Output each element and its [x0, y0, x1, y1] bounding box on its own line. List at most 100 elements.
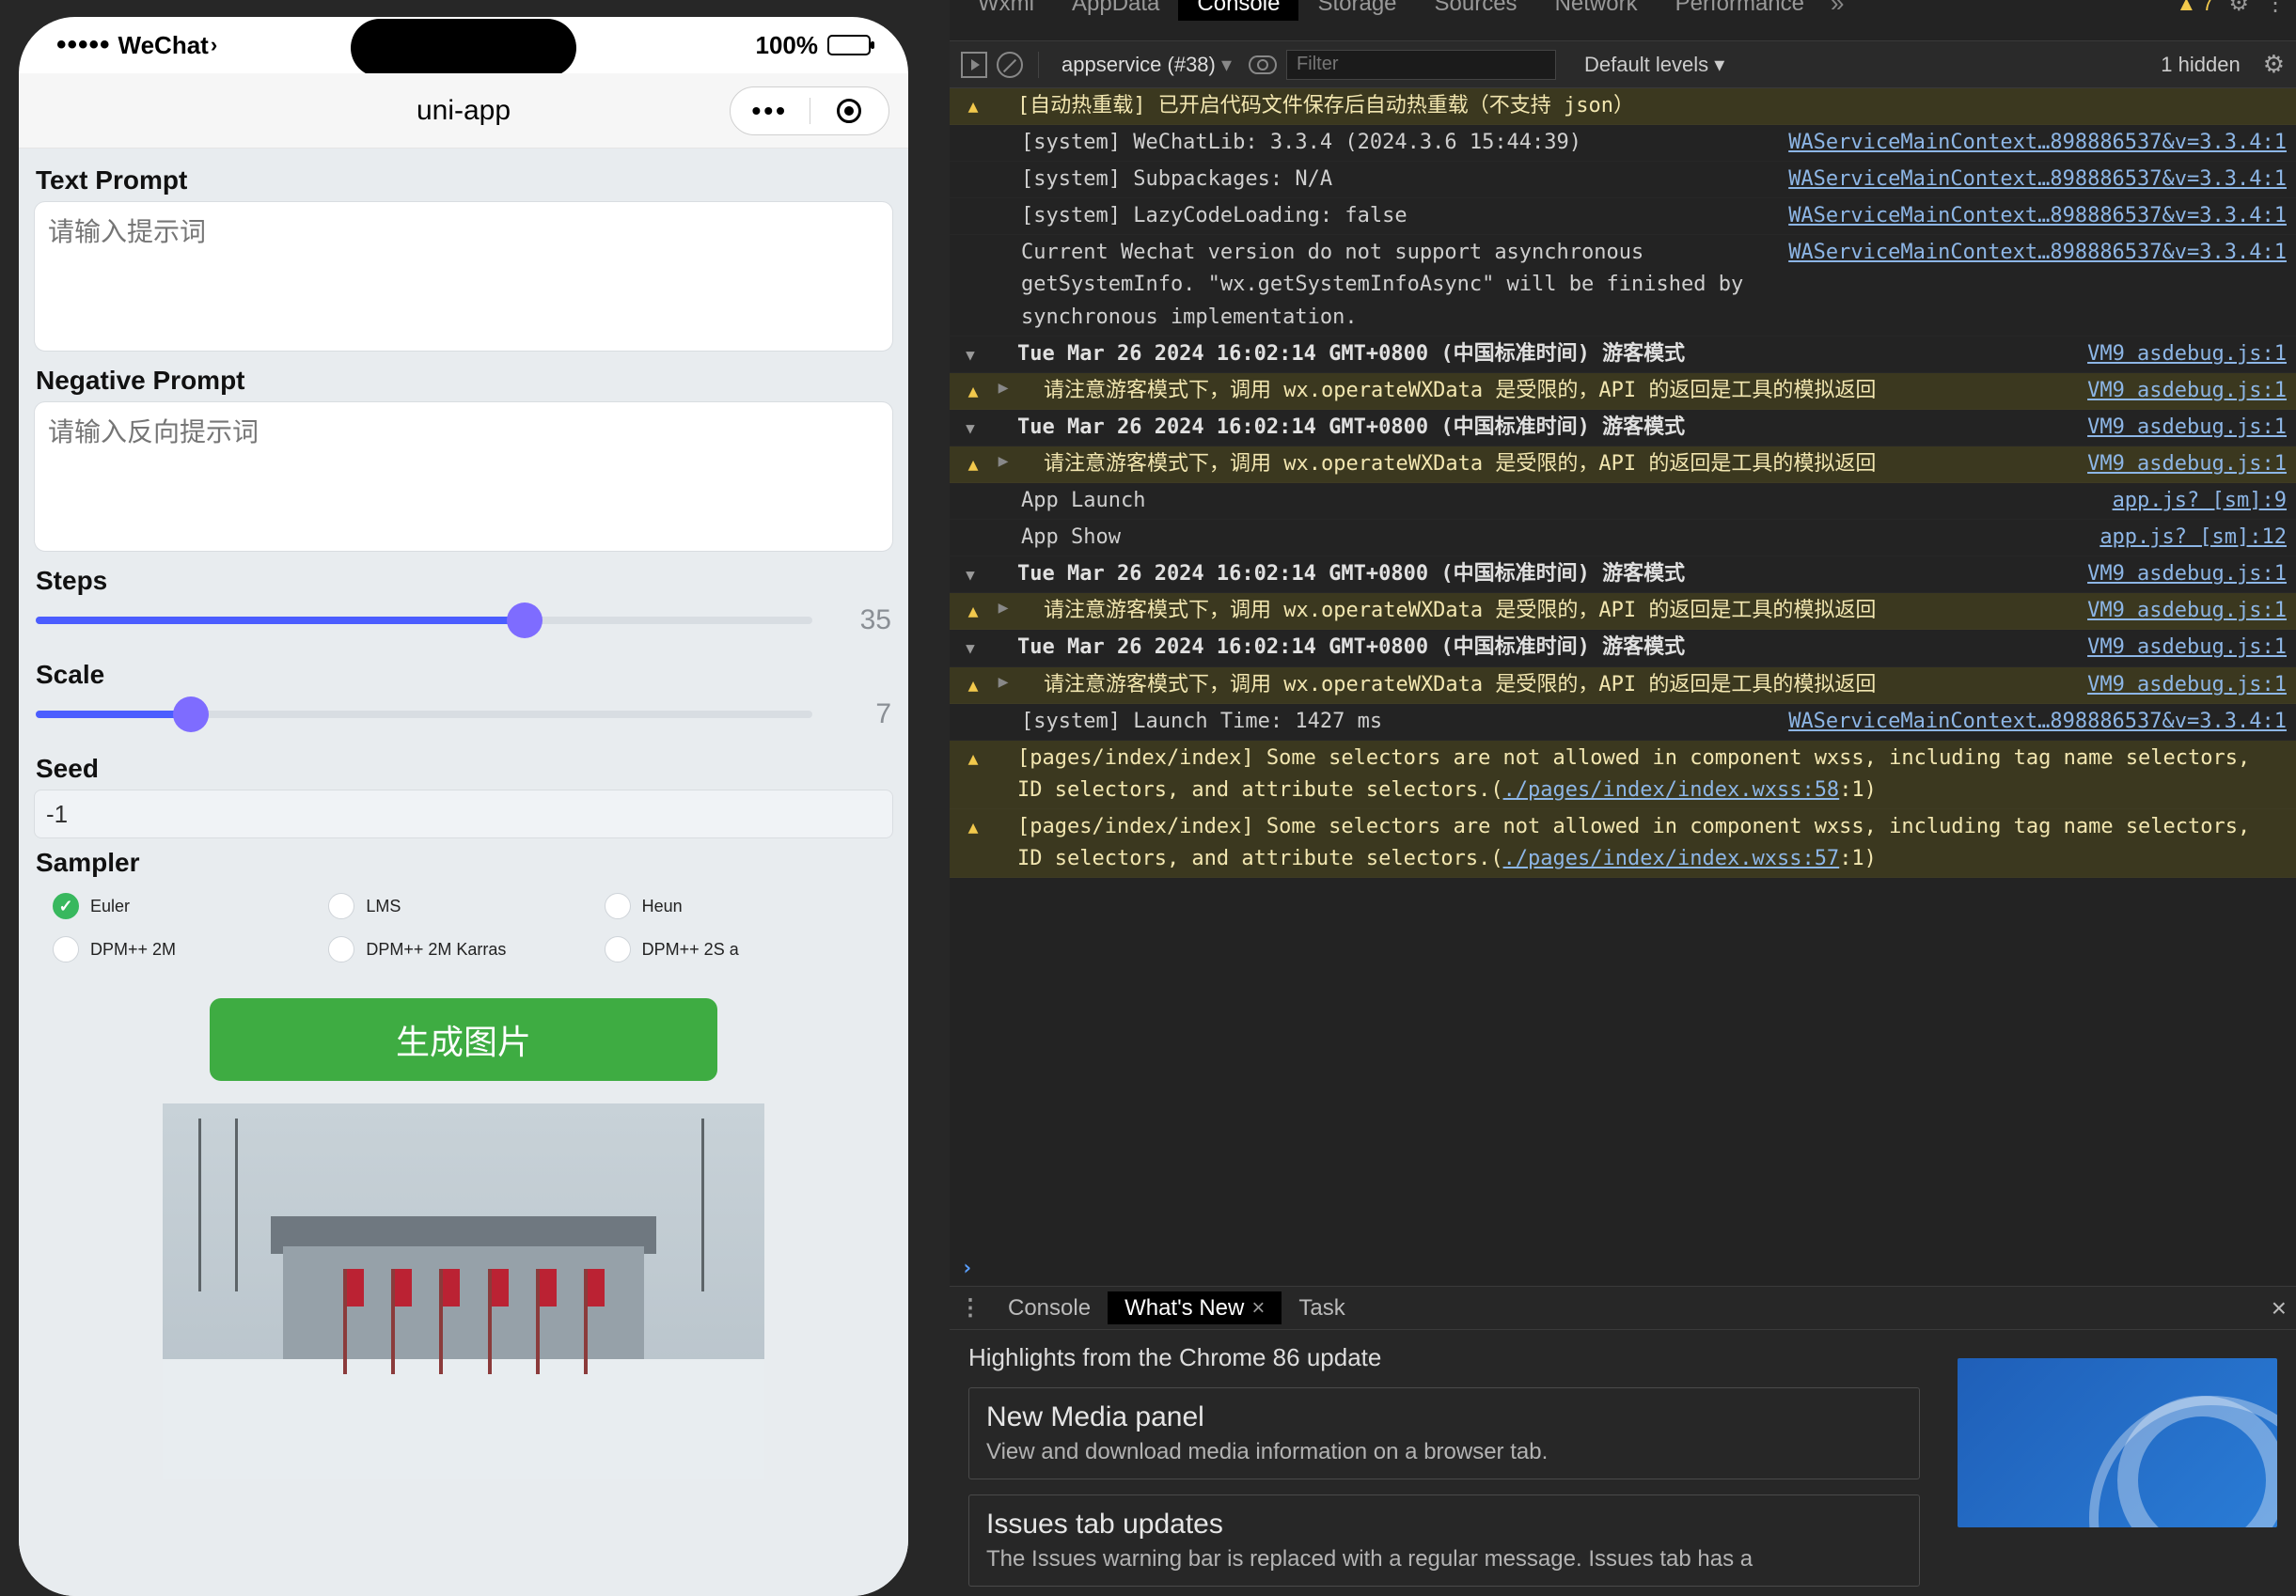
scale-slider[interactable]	[36, 696, 812, 733]
source-link[interactable]: VM9 asdebug.js:1	[2087, 412, 2287, 444]
source-link[interactable]: app.js? [sm]:12	[2099, 522, 2287, 554]
steps-slider[interactable]	[36, 602, 812, 639]
source-link[interactable]: VM9 asdebug.js:1	[2087, 632, 2287, 664]
label-negative-prompt: Negative Prompt	[19, 356, 908, 401]
console-row[interactable]: ▶请注意游客模式下，调用 wx.operateWXData 是受限的，API 的…	[950, 667, 2296, 704]
drawer-tab[interactable]: What's New×	[1108, 1291, 1282, 1324]
sampler-option[interactable]: LMS	[328, 893, 598, 919]
source-link[interactable]: WAServiceMainContext…898886537&v=3.3.4:1	[1788, 200, 2287, 232]
expand-icon[interactable]: ▶	[989, 669, 1017, 696]
context-selector[interactable]: appservice (#38)	[1054, 51, 1239, 79]
whatsnew-card[interactable]: Issues tab updatesThe Issues warning bar…	[968, 1494, 1920, 1587]
chevron-down-icon[interactable]	[966, 338, 981, 370]
drawer-headline: Highlights from the Chrome 86 update	[968, 1343, 1920, 1372]
clear-console-icon[interactable]	[997, 52, 1023, 78]
sampler-option[interactable]: DPM++ 2M	[53, 936, 322, 962]
source-link[interactable]: ./pages/index/index.wxss:58	[1503, 778, 1840, 802]
devtools-tab[interactable]: Wxml	[959, 0, 1053, 21]
kebab-icon[interactable]: ⋮	[2264, 0, 2287, 17]
drawer-thumbnail	[1958, 1358, 2277, 1527]
more-icon[interactable]: •••	[752, 96, 788, 126]
source-link[interactable]: app.js? [sm]:9	[2113, 485, 2287, 517]
console-row[interactable]: Current Wechat version do not support as…	[950, 235, 2296, 336]
negative-prompt-input[interactable]	[34, 401, 893, 552]
hidden-count[interactable]: 1 hidden	[2161, 53, 2240, 77]
radio-icon[interactable]	[328, 936, 354, 962]
wechat-capsule[interactable]: •••	[730, 86, 889, 135]
console-row[interactable]: App Launchapp.js? [sm]:9	[950, 483, 2296, 520]
console-row[interactable]: Tue Mar 26 2024 16:02:14 GMT+0800 (中国标准时…	[950, 630, 2296, 666]
radio-icon[interactable]	[53, 893, 79, 919]
tabs-overflow-icon[interactable]: »	[1831, 0, 1844, 18]
devtools-tab[interactable]: Sources	[1416, 0, 1536, 21]
devtools-tabbar: WxmlAppDataConsoleStorageSourcesNetworkP…	[950, 0, 2296, 41]
source-link[interactable]: ./pages/index/index.wxss:57	[1503, 847, 1840, 870]
source-link[interactable]: VM9 asdebug.js:1	[2087, 448, 2287, 480]
source-link[interactable]: VM9 asdebug.js:1	[2087, 375, 2287, 407]
whatsnew-card[interactable]: New Media panelView and download media i…	[968, 1387, 1920, 1479]
console-row[interactable]: ▶请注意游客模式下，调用 wx.operateWXData 是受限的，API 的…	[950, 593, 2296, 630]
console-row[interactable]: [自动热重载] 已开启代码文件保存后自动热重载（不支持 json）	[950, 88, 2296, 125]
devtools-tab[interactable]: Console	[1178, 0, 1298, 21]
sampler-option[interactable]: DPM++ 2M Karras	[328, 936, 598, 962]
devtools-tab[interactable]: Storage	[1298, 0, 1415, 21]
sampler-option[interactable]: DPM++ 2S a	[605, 936, 874, 962]
sampler-option[interactable]: Heun	[605, 893, 874, 919]
console-row[interactable]: [system] WeChatLib: 3.3.4 (2024.3.6 15:4…	[950, 125, 2296, 162]
devtools-tab[interactable]: Network	[1536, 0, 1657, 21]
sampler-option[interactable]: Euler	[53, 893, 322, 919]
console-log[interactable]: [自动热重载] 已开启代码文件保存后自动热重载（不支持 json）[system…	[950, 88, 2296, 1251]
drawer-more-icon[interactable]: ⋮	[959, 1294, 982, 1322]
text-prompt-input[interactable]	[34, 201, 893, 352]
drawer-close-icon[interactable]: ×	[2272, 1293, 2287, 1323]
expand-icon[interactable]: ▶	[989, 375, 1017, 401]
console-row[interactable]: ▶请注意游客模式下，调用 wx.operateWXData 是受限的，API 的…	[950, 373, 2296, 410]
chevron-down-icon[interactable]	[966, 412, 981, 444]
console-row[interactable]: [pages/index/index] Some selectors are n…	[950, 741, 2296, 809]
console-row[interactable]: Tue Mar 26 2024 16:02:14 GMT+0800 (中国标准时…	[950, 410, 2296, 446]
console-row[interactable]: Tue Mar 26 2024 16:02:14 GMT+0800 (中国标准时…	[950, 556, 2296, 593]
expand-icon[interactable]: ▶	[989, 595, 1017, 621]
chevron-down-icon[interactable]	[966, 632, 981, 664]
seed-input[interactable]	[34, 790, 893, 838]
console-prompt[interactable]	[950, 1251, 2296, 1286]
source-link[interactable]: WAServiceMainContext…898886537&v=3.3.4:1	[1788, 164, 2287, 196]
drawer-tab[interactable]: Task	[1282, 1291, 1361, 1324]
gear-icon[interactable]: ⚙	[2228, 0, 2249, 17]
console-message: 请注意游客模式下，调用 wx.operateWXData 是受限的，API 的返…	[1017, 595, 2074, 627]
filter-input[interactable]	[1286, 50, 1556, 80]
chevron-down-icon[interactable]	[966, 558, 981, 590]
console-message: Tue Mar 26 2024 16:02:14 GMT+0800 (中国标准时…	[1017, 632, 2074, 664]
sampler-label: DPM++ 2M Karras	[366, 940, 506, 960]
source-link[interactable]: VM9 asdebug.js:1	[2087, 558, 2287, 590]
console-row[interactable]: ▶请注意游客模式下，调用 wx.operateWXData 是受限的，API 的…	[950, 446, 2296, 483]
radio-icon[interactable]	[53, 936, 79, 962]
radio-icon[interactable]	[328, 893, 354, 919]
live-expression-icon[interactable]	[1249, 55, 1277, 74]
console-row[interactable]: [system] Subpackages: N/AWAServiceMainCo…	[950, 162, 2296, 198]
tab-close-icon[interactable]: ×	[1251, 1295, 1265, 1321]
warning-count[interactable]: ▲ 7	[2176, 0, 2213, 16]
console-row[interactable]: [pages/index/index] Some selectors are n…	[950, 809, 2296, 878]
close-icon[interactable]	[837, 99, 861, 123]
console-row[interactable]: [system] LazyCodeLoading: falseWAService…	[950, 198, 2296, 235]
generate-button[interactable]: 生成图片	[210, 998, 717, 1081]
source-link[interactable]: VM9 asdebug.js:1	[2087, 338, 2287, 370]
source-link[interactable]: WAServiceMainContext…898886537&v=3.3.4:1	[1788, 706, 2287, 738]
console-row[interactable]: Tue Mar 26 2024 16:02:14 GMT+0800 (中国标准时…	[950, 336, 2296, 373]
log-levels-selector[interactable]: Default levels ▾	[1584, 53, 1724, 77]
radio-icon[interactable]	[605, 936, 631, 962]
console-settings-icon[interactable]: ⚙	[2263, 50, 2285, 79]
expand-icon[interactable]: ▶	[989, 448, 1017, 475]
devtools-tab[interactable]: Performance	[1657, 0, 1823, 21]
source-link[interactable]: VM9 asdebug.js:1	[2087, 595, 2287, 627]
devtools-tab[interactable]: AppData	[1053, 0, 1178, 21]
drawer-tab[interactable]: Console	[991, 1291, 1108, 1324]
source-link[interactable]: VM9 asdebug.js:1	[2087, 669, 2287, 701]
toggle-console-icon[interactable]	[961, 52, 987, 78]
source-link[interactable]: WAServiceMainContext…898886537&v=3.3.4:1	[1788, 127, 2287, 159]
radio-icon[interactable]	[605, 893, 631, 919]
source-link[interactable]: WAServiceMainContext…898886537&v=3.3.4:1	[1788, 237, 2287, 269]
console-row[interactable]: [system] Launch Time: 1427 msWAServiceMa…	[950, 704, 2296, 741]
console-row[interactable]: App Showapp.js? [sm]:12	[950, 520, 2296, 556]
